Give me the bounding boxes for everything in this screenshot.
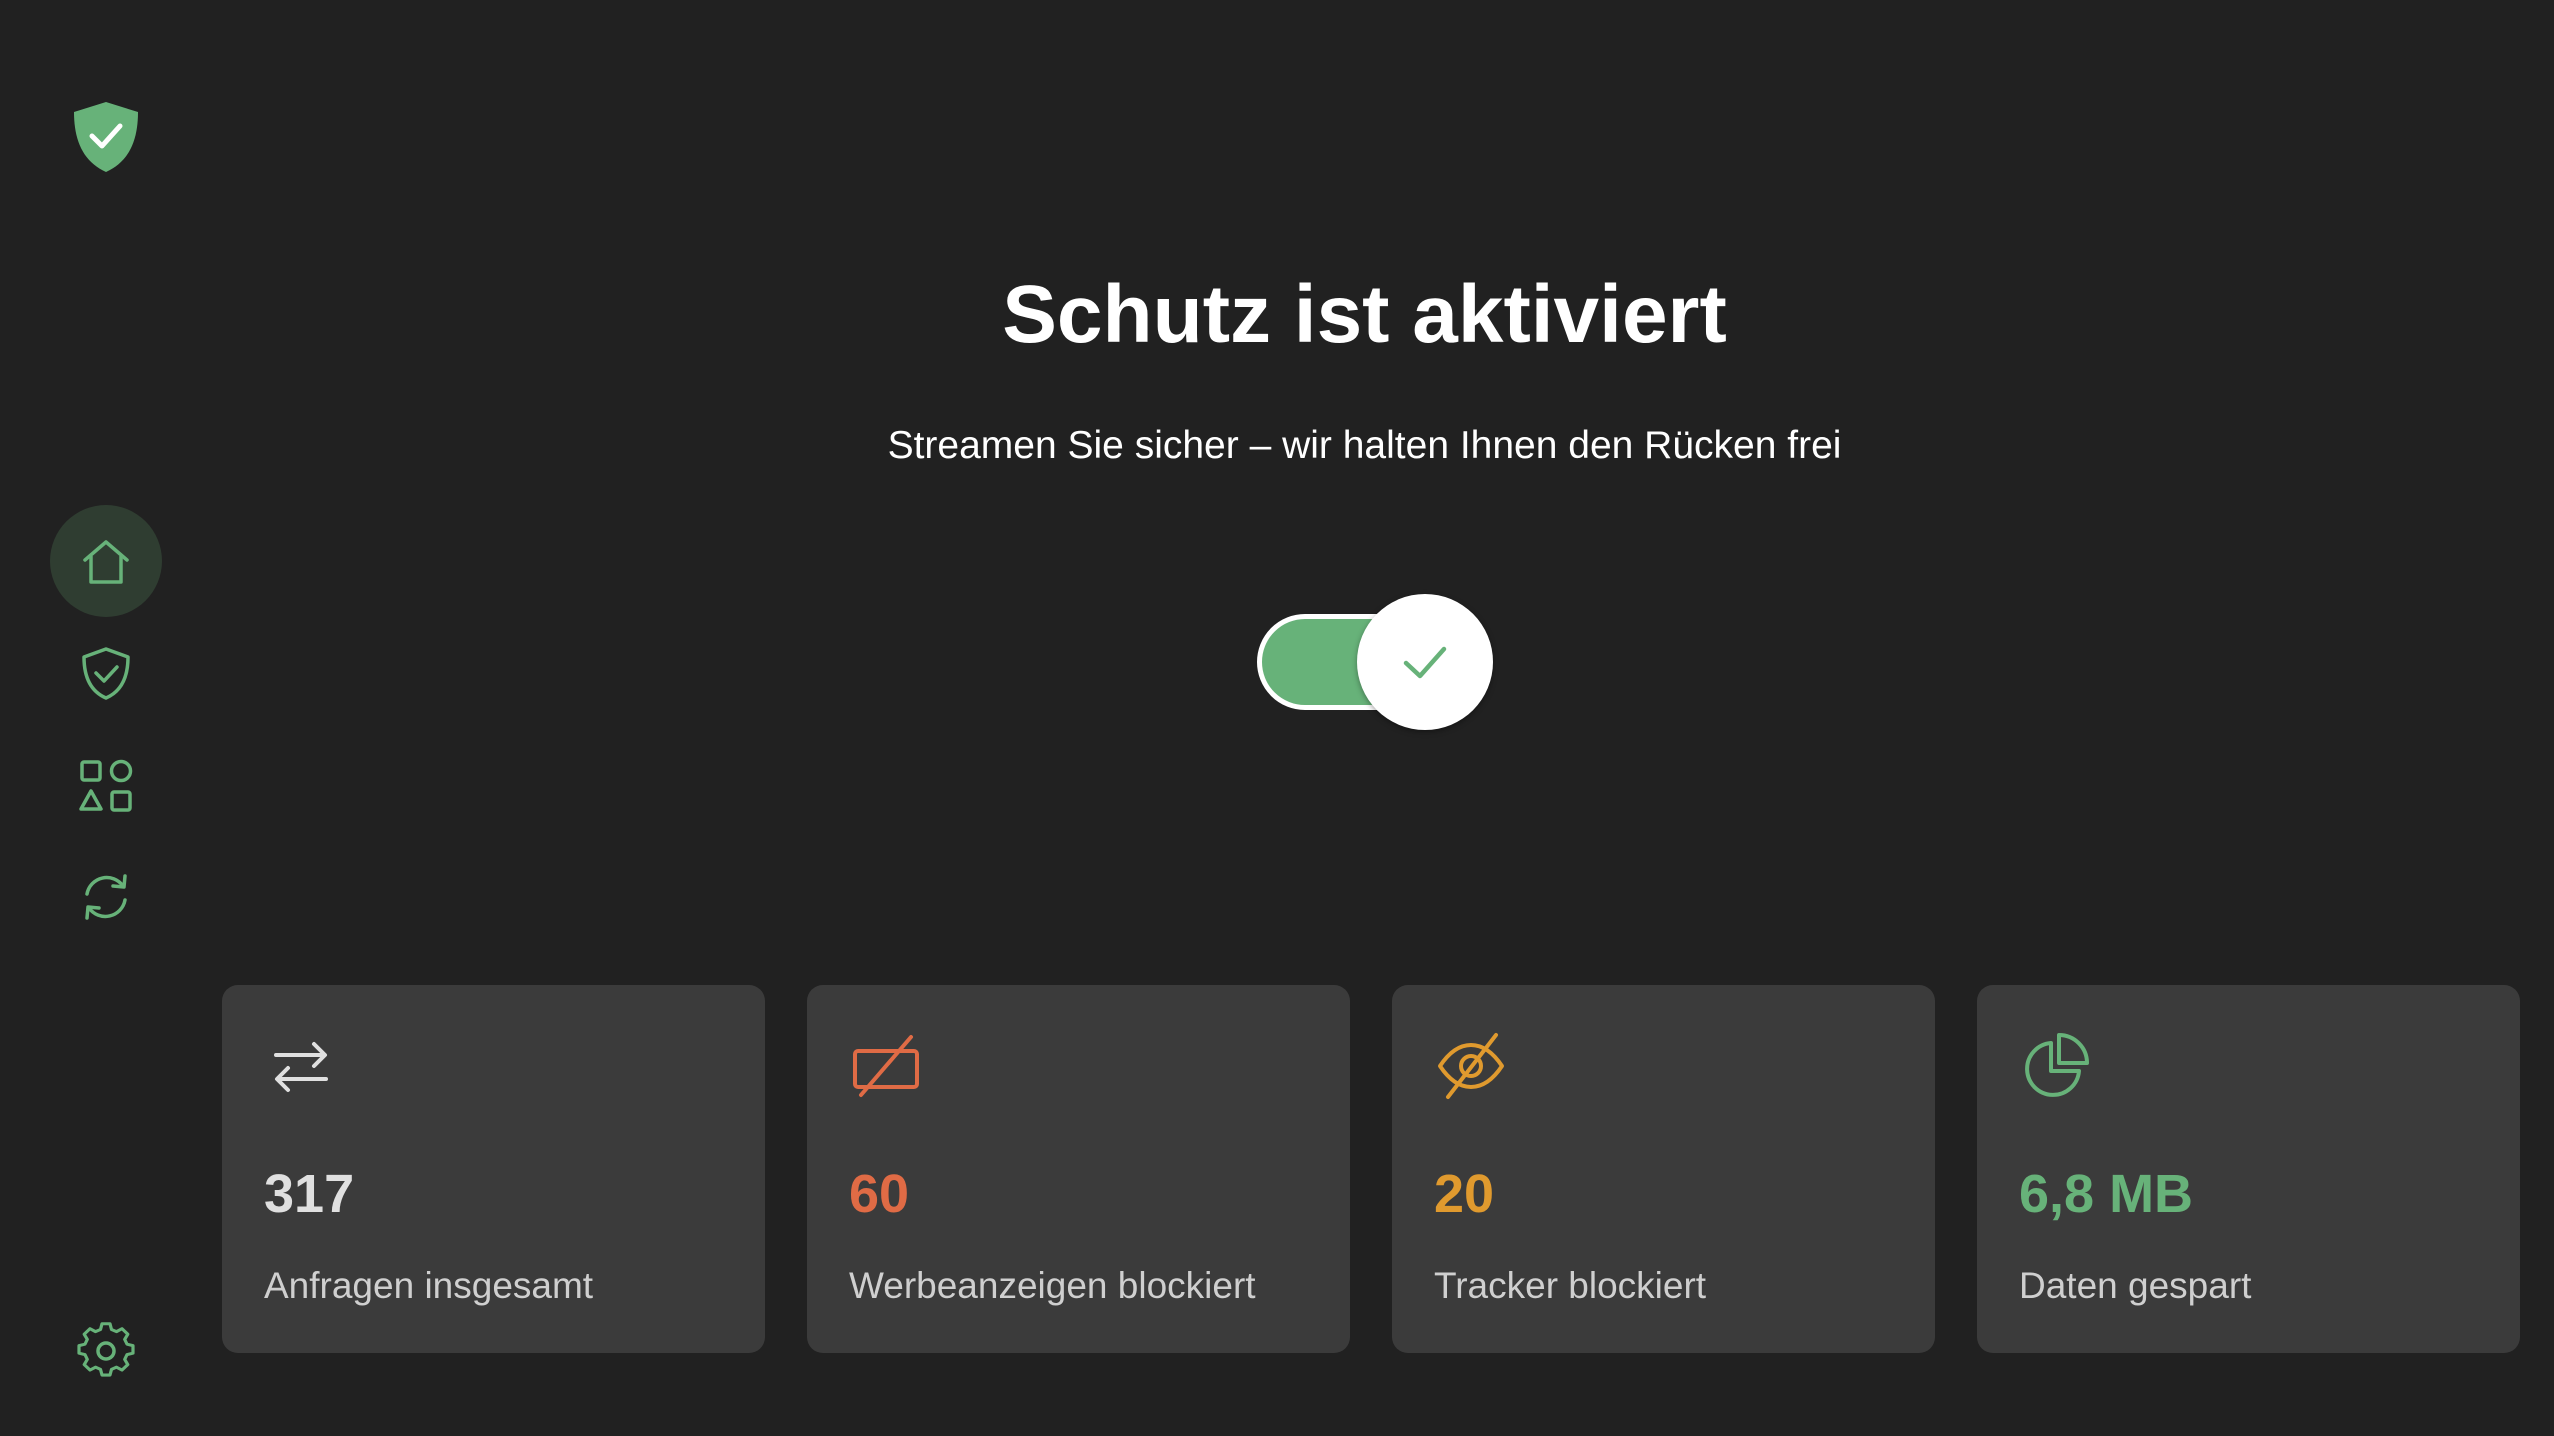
stat-value: 6,8 MB: [2019, 1164, 2194, 1224]
sidebar-item-settings[interactable]: [50, 1295, 162, 1407]
pie-chart-icon: [2019, 1029, 2093, 1103]
sidebar-item-protection[interactable]: [50, 617, 162, 729]
stat-card-data-saved: 6,8 MB Daten gespart: [1977, 985, 2520, 1353]
protection-toggle[interactable]: [1257, 594, 1493, 730]
stat-label: Daten gespart: [2019, 1265, 2252, 1306]
stat-value: 20: [1434, 1164, 1495, 1224]
stat-label: Tracker blockiert: [1434, 1265, 1707, 1306]
refresh-icon: [85, 874, 127, 920]
sidebar-item-update[interactable]: [50, 841, 162, 953]
shield-check-icon: [82, 647, 130, 700]
toggle-knob: [1357, 594, 1493, 730]
stat-card-requests: 317 Anfragen insgesamt: [222, 985, 765, 1353]
app-window: Schutz ist aktiviert Streamen Sie sicher…: [0, 0, 2554, 1436]
sidebar-item-home[interactable]: [50, 505, 162, 617]
arrows-exchange-icon: [264, 1029, 338, 1103]
stat-card-trackers: 20 Tracker blockiert: [1392, 985, 1935, 1353]
ad-blocked-icon: [849, 1029, 923, 1103]
apps-grid-icon: [79, 759, 133, 812]
shield-check-icon: [70, 100, 142, 174]
check-icon: [1403, 646, 1447, 679]
stat-value: 60: [849, 1164, 910, 1224]
gear-icon: [77, 1322, 135, 1377]
stat-value: 317: [264, 1164, 355, 1224]
stat-card-ads: 60 Werbeanzeigen blockiert: [807, 985, 1350, 1353]
page-subtitle: Streamen Sie sicher – wir halten Ihnen d…: [887, 424, 1842, 467]
eye-off-icon: [1434, 1029, 1508, 1103]
stat-label: Werbeanzeigen blockiert: [849, 1265, 1256, 1306]
page-title: Schutz ist aktiviert: [1002, 269, 1727, 360]
stat-label: Anfragen insgesamt: [264, 1265, 594, 1306]
home-icon: [83, 540, 129, 584]
sidebar-item-apps[interactable]: [50, 730, 162, 842]
